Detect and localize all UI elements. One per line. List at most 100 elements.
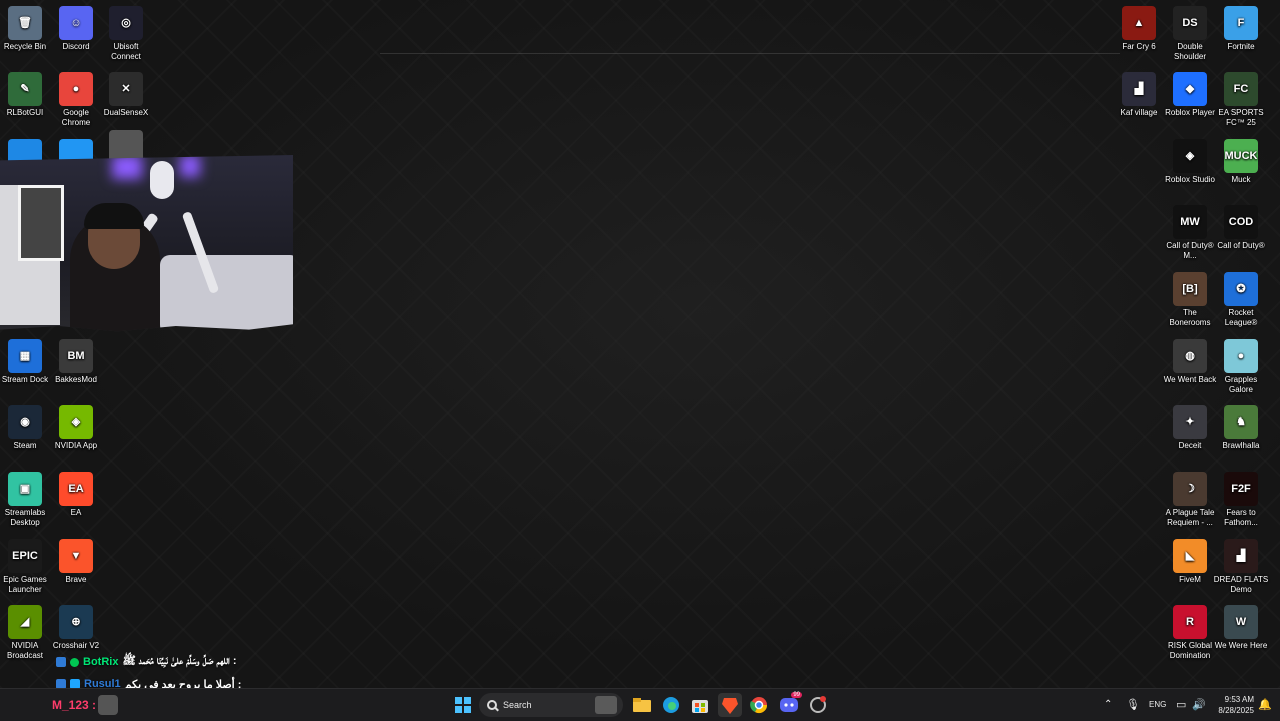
- file-explorer-button[interactable]: [630, 693, 654, 717]
- folder-icon: [633, 698, 651, 712]
- desktop-icon[interactable]: ⊕ Crosshair V2: [47, 605, 105, 651]
- recording-icon: [810, 696, 826, 713]
- desktop-icon[interactable]: ♞ Brawlhalla: [1212, 405, 1270, 451]
- desktop-icon[interactable]: ◈ Roblox Studio: [1161, 139, 1219, 185]
- desktop-icon[interactable]: BM BakkesMod: [47, 339, 105, 385]
- taskbar-search[interactable]: Search: [479, 693, 623, 717]
- start-button[interactable]: [451, 693, 475, 717]
- desktop-icon-label: Call of Duty®: [1217, 241, 1265, 250]
- desktop-icon-label: A Plague Tale Requiem - ...: [1165, 508, 1215, 527]
- desktop-icon[interactable]: ✪ Rocket League®: [1212, 272, 1270, 328]
- edge-button[interactable]: [659, 693, 683, 717]
- brave-taskbar-button[interactable]: [718, 693, 742, 717]
- desktop-icon[interactable]: EA EA: [47, 472, 105, 518]
- brave-icon: [722, 698, 738, 714]
- language-indicator[interactable]: ENG: [1149, 700, 1166, 709]
- desktop-icon[interactable]: COD Call of Duty®: [1212, 205, 1270, 251]
- chat-username: M_123 :: [52, 698, 97, 712]
- edge-icon: [663, 697, 679, 713]
- desktop-icon-label: Steam: [13, 441, 37, 450]
- desktop-icon[interactable]: ▲ Far Cry 6: [1110, 6, 1168, 52]
- webcam-light: [112, 155, 142, 179]
- desktop-icon-label: Rocket League®: [1224, 308, 1258, 327]
- recycle-bin-icon: 🗑: [8, 6, 42, 40]
- clock[interactable]: 9:53 AM 8/28/2025: [1208, 694, 1254, 716]
- deceit-icon: ✦: [1173, 405, 1207, 439]
- nvidia-icon: ◈: [59, 405, 93, 439]
- desktop-icon[interactable]: MW Call of Duty® M...: [1161, 205, 1219, 261]
- desktop-icon[interactable]: F Fortnite: [1212, 6, 1270, 52]
- plague-tale-icon: ☽: [1173, 472, 1207, 506]
- streamlabs-taskbar-button[interactable]: [806, 693, 830, 717]
- desktop-icon[interactable]: ◣ FiveM: [1161, 539, 1219, 585]
- store-icon: [692, 700, 708, 713]
- desktop-icon[interactable]: 🗑 Recycle Bin: [0, 6, 54, 52]
- desktop-icon[interactable]: ◍ We Went Back: [1161, 339, 1219, 385]
- desktop-icon-label: EA: [70, 508, 82, 517]
- desktop-icon[interactable]: MUCK Muck: [1212, 139, 1270, 185]
- streamlabs-icon: ▣: [8, 472, 42, 506]
- desktop-icon[interactable]: R RISK Global Domination: [1161, 605, 1219, 661]
- rocket-league-icon: ✪: [1224, 272, 1258, 306]
- chevron-up-icon[interactable]: ⌃: [1104, 699, 1112, 710]
- dread-flats-icon: ▟: [1224, 539, 1258, 573]
- desktop-icon[interactable]: ◈ NVIDIA App: [47, 405, 105, 451]
- clock-date: 8/28/2025: [1218, 706, 1254, 715]
- desktop-icon[interactable]: ▟ Kaf village: [1110, 72, 1168, 118]
- desktop-icon[interactable]: ▼ Brave: [47, 539, 105, 585]
- desktop-icon[interactable]: W We Were Here: [1212, 605, 1270, 651]
- desktop-icon[interactable]: ◢ NVIDIA Broadcast: [0, 605, 54, 661]
- desktop-icon[interactable]: FC EA SPORTS FC™ 25: [1212, 72, 1270, 128]
- streamer-hair: [84, 203, 144, 229]
- muck-icon: MUCK: [1224, 139, 1258, 173]
- desktop-icon-label: The Bonerooms: [1169, 308, 1211, 327]
- desktop-icon[interactable]: ◉ Steam: [0, 405, 54, 451]
- microphone-icon[interactable]: 🎙: [1126, 698, 1140, 711]
- fears-to-fathom-icon: F2F: [1224, 472, 1258, 506]
- webcam-light: [180, 155, 200, 177]
- desktop-icon[interactable]: ☽ A Plague Tale Requiem - ...: [1161, 472, 1219, 528]
- desktop-icon-label: Double Shoulder: [1173, 42, 1207, 61]
- notification-bell-icon[interactable]: 🔔: [1258, 698, 1272, 711]
- desktop-icon-label: NVIDIA App: [54, 441, 98, 450]
- brawlhalla-icon: ♞: [1224, 405, 1258, 439]
- volume-icon[interactable]: 🔊: [1192, 698, 1206, 711]
- discord-taskbar-button[interactable]: 99: [777, 692, 802, 717]
- desktop-icon[interactable]: ◎ Ubisoft Connect: [97, 6, 155, 62]
- desktop-icon-label: Roblox Player: [1165, 108, 1215, 117]
- desktop-icon[interactable]: ✎ RLBotGUI: [0, 72, 54, 118]
- desktop-icon-label: Fortnite: [1227, 42, 1255, 51]
- desktop-icon[interactable]: [B] The Bonerooms: [1161, 272, 1219, 328]
- chat-text: اللهم صَلِّ وسَلِّمْ علىٰ نَبِيِّنَا مُح…: [122, 655, 237, 667]
- epic-games-icon: EPIC: [8, 539, 42, 573]
- desktop-icon[interactable]: ◆ Roblox Player: [1161, 72, 1219, 118]
- desktop-icon[interactable]: EPIC Epic Games Launcher: [0, 539, 54, 595]
- discord-icon: [780, 698, 798, 712]
- nvidia-broadcast-icon: ◢: [8, 605, 42, 639]
- desktop-icon-label: Recycle Bin: [3, 42, 47, 51]
- network-icon[interactable]: ▭: [1176, 698, 1186, 711]
- desktop-icon-label: DREAD FLATS Demo: [1213, 575, 1269, 594]
- notification-badge: 99: [791, 692, 802, 698]
- desktop-icon[interactable]: ✕ DualSenseX: [97, 72, 155, 118]
- desktop-icon[interactable]: ▣ Streamlabs Desktop: [0, 472, 54, 528]
- desktop-icon[interactable]: ▟ DREAD FLATS Demo: [1212, 539, 1270, 595]
- taskbar-app-thumbnail[interactable]: [98, 695, 118, 715]
- desktop-icon-label: Crosshair V2: [52, 641, 100, 650]
- desktop-icon[interactable]: ● Grapples Galore: [1212, 339, 1270, 395]
- desktop-icon[interactable]: DS Double Shoulder: [1161, 6, 1219, 62]
- desktop-icon-label: Ubisoft Connect: [111, 42, 141, 61]
- store-button[interactable]: [688, 693, 712, 717]
- desktop-icon[interactable]: F2F Fears to Fathom...: [1212, 472, 1270, 528]
- search-icon: [487, 700, 497, 710]
- microphone: [150, 161, 174, 199]
- ea-icon: EA: [59, 472, 93, 506]
- risk-icon: R: [1173, 605, 1207, 639]
- we-went-back-icon: ◍: [1173, 339, 1207, 373]
- chrome-taskbar-button[interactable]: [747, 693, 771, 717]
- desktop-icon[interactable]: ✦ Deceit: [1161, 405, 1219, 451]
- desktop-icon-label: Grapples Galore: [1224, 375, 1258, 394]
- desktop-icon[interactable]: ▦ Stream Dock: [0, 339, 54, 385]
- grapples-galore-icon: ●: [1224, 339, 1258, 373]
- chat-message: BotRix اللهم صَلِّ وسَلِّمْ علىٰ نَبِيِّ…: [56, 653, 316, 671]
